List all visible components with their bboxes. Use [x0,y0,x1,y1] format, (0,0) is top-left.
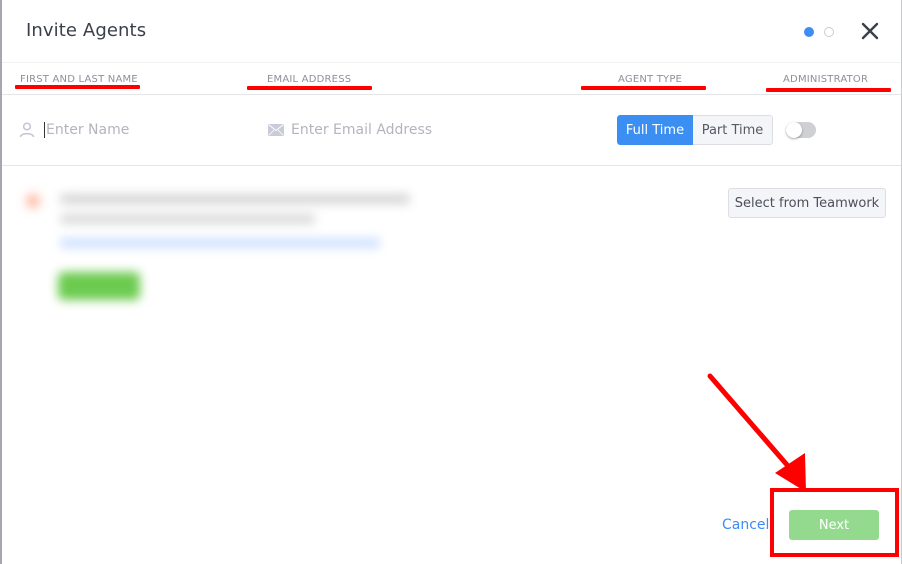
close-button[interactable] [858,19,882,43]
email-input[interactable] [291,122,571,138]
annotation-underline [15,85,140,89]
agent-type-full-time[interactable]: Full Time [617,115,693,145]
agent-type-part-time[interactable]: Part Time [693,115,773,145]
name-input[interactable] [44,122,234,138]
agent-type-selector: Full Time Part Time [617,115,773,145]
administrator-toggle[interactable] [786,122,816,138]
cancel-link[interactable]: Cancel [722,517,769,533]
toggle-knob [786,122,802,138]
close-icon [861,22,879,40]
dialog-title: Invite Agents [26,20,147,41]
select-from-teamwork-button[interactable]: Select from Teamwork [728,188,886,218]
blurred-text [60,194,410,204]
blurred-button [58,272,140,300]
dialog-header: Invite Agents [2,0,901,62]
annotation-underline [581,86,706,90]
name-field [18,118,248,142]
row-divider [2,165,901,166]
blurred-notice [16,186,416,306]
header-divider [2,62,901,63]
blurred-text [60,214,315,224]
next-button[interactable]: Next [789,510,879,540]
step-indicator-inactive [824,27,834,37]
user-icon [19,122,35,138]
column-header-administrator: ADMINISTRATOR [783,74,869,85]
email-field [268,118,588,142]
annotation-underline [766,88,891,92]
column-header-name: FIRST AND LAST NAME [20,74,138,85]
annotation-underline [247,86,372,90]
envelope-icon [268,124,284,136]
column-header-agent-type: AGENT TYPE [618,74,683,85]
header-row-divider [2,94,901,95]
warning-icon [26,194,40,208]
step-indicator-active [804,27,814,37]
blurred-link [60,238,380,248]
column-header-email: EMAIL ADDRESS [267,74,352,85]
invite-agents-dialog: Invite Agents FIRST AND LAST NAME EMAIL … [0,0,902,564]
